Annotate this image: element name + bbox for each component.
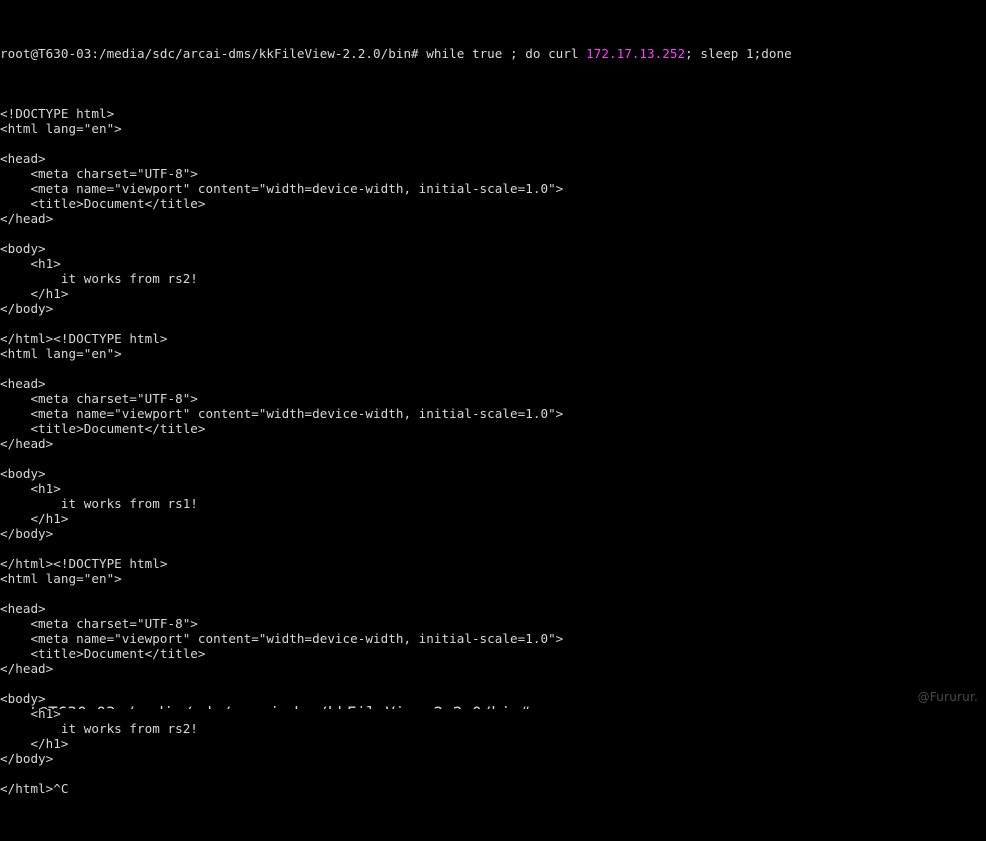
output-line: </head> bbox=[0, 661, 54, 676]
output-line: <meta charset="UTF-8"> bbox=[0, 166, 198, 181]
output-line: <!DOCTYPE html> bbox=[0, 106, 115, 121]
output-line: </head> bbox=[0, 211, 54, 226]
output-line: </body> bbox=[0, 301, 54, 316]
output-line: </body> bbox=[0, 526, 54, 541]
output-line: <title>Document</title> bbox=[0, 196, 206, 211]
output-line: </h1> bbox=[0, 736, 69, 751]
output-line: </html>^C bbox=[0, 781, 69, 796]
command-ip-address: 172.17.13.252 bbox=[586, 46, 686, 61]
final-prompt-text: root@T630-03:/media/sdc/arcai-dms/kkFile… bbox=[0, 703, 539, 709]
command-before-ip: while true ; do curl bbox=[426, 46, 587, 61]
output-line: <meta charset="UTF-8"> bbox=[0, 616, 198, 631]
output-line: <html lang="en"> bbox=[0, 121, 122, 136]
output-line: <body> bbox=[0, 466, 46, 481]
terminal-output: root@T630-03:/media/sdc/arcai-dms/kkFile… bbox=[0, 1, 986, 841]
output-line: it works from rs2! bbox=[0, 721, 198, 736]
output-line: </head> bbox=[0, 436, 54, 451]
output-line: <meta charset="UTF-8"> bbox=[0, 391, 198, 406]
watermark-label: @Fururur. bbox=[917, 690, 978, 704]
shell-prompt: root@T630-03:/media/sdc/arcai-dms/kkFile… bbox=[0, 46, 427, 61]
output-line: </body> bbox=[0, 751, 54, 766]
command-after-ip: ; sleep 1;done bbox=[685, 46, 792, 61]
terminal-window[interactable]: root@T630-03:/media/sdc/arcai-dms/kkFile… bbox=[0, 0, 986, 796]
output-line: <head> bbox=[0, 151, 46, 166]
output-line: it works from rs2! bbox=[0, 271, 198, 286]
output-line: </html><!DOCTYPE html> bbox=[0, 331, 168, 346]
output-line: <head> bbox=[0, 601, 46, 616]
output-line: </html><!DOCTYPE html> bbox=[0, 556, 168, 571]
clipped-prompt-row: root@T630-03:/media/sdc/arcai-dms/kkFile… bbox=[0, 703, 986, 709]
output-line: <body> bbox=[0, 241, 46, 256]
output-line: <meta name="viewport" content="width=dev… bbox=[0, 406, 564, 421]
curl-response-lines: <!DOCTYPE html> <html lang="en"> <head> <… bbox=[0, 106, 986, 796]
output-line: <html lang="en"> bbox=[0, 571, 122, 586]
output-line: <meta name="viewport" content="width=dev… bbox=[0, 181, 564, 196]
output-line: <html lang="en"> bbox=[0, 346, 122, 361]
output-line: <h1> bbox=[0, 481, 61, 496]
output-line: <meta name="viewport" content="width=dev… bbox=[0, 631, 564, 646]
output-line: <h1> bbox=[0, 256, 61, 271]
final-shell-prompt: root@T630-03:/media/sdc/arcai-dms/kkFile… bbox=[0, 703, 986, 709]
output-line: <title>Document</title> bbox=[0, 646, 206, 661]
output-line: </h1> bbox=[0, 286, 69, 301]
output-line: </h1> bbox=[0, 511, 69, 526]
output-line: <title>Document</title> bbox=[0, 421, 206, 436]
output-line: it works from rs1! bbox=[0, 496, 198, 511]
output-line: <head> bbox=[0, 376, 46, 391]
prompt-command-line: root@T630-03:/media/sdc/arcai-dms/kkFile… bbox=[0, 46, 986, 61]
